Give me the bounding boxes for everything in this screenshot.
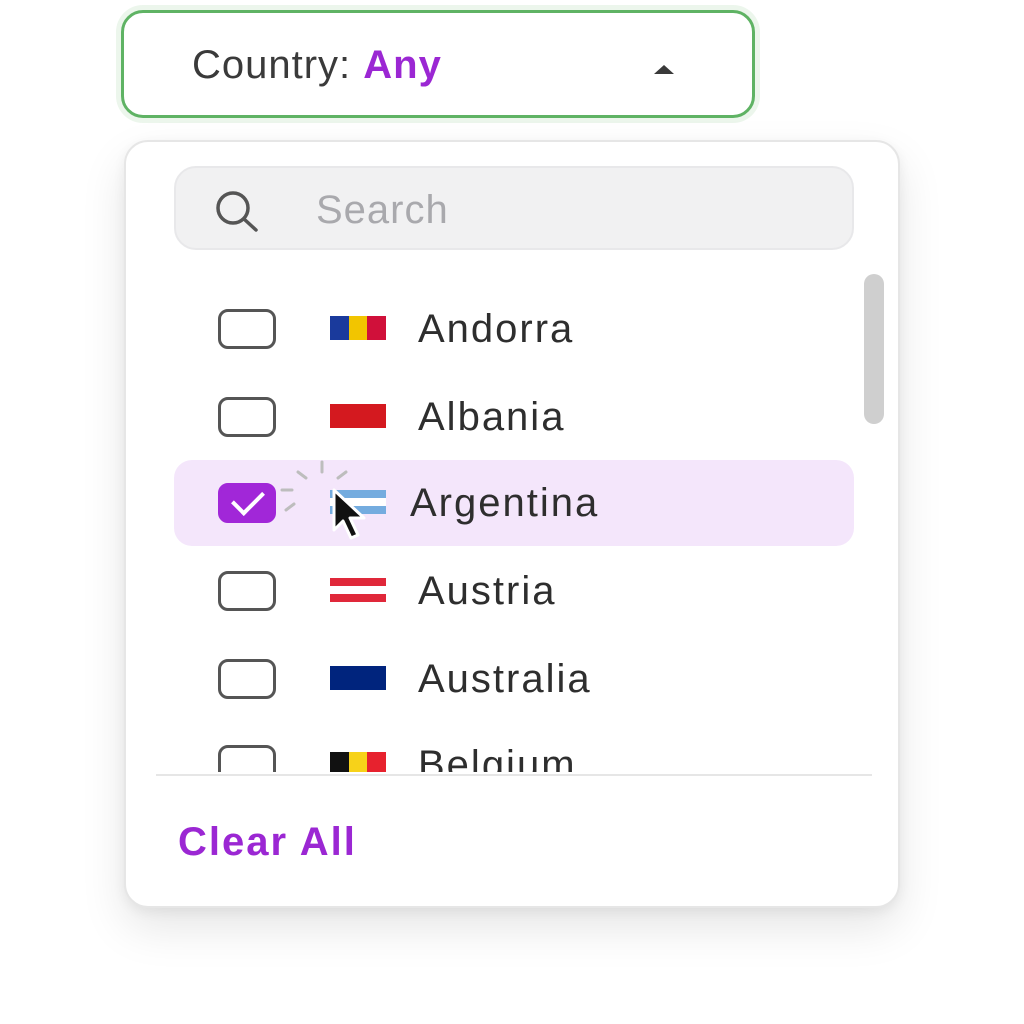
flag-stripe [330, 498, 386, 506]
list-item-albania[interactable]: Albania [174, 374, 854, 460]
search-input[interactable] [316, 186, 816, 234]
list-item-argentina[interactable]: Argentina [174, 460, 854, 546]
country-dropdown-button[interactable]: Country: Any [121, 10, 755, 118]
flag-stripe [330, 506, 386, 514]
flag-stripe [330, 490, 386, 498]
checkbox[interactable] [218, 659, 276, 699]
flag-stripe [330, 594, 386, 602]
flag-stripe [367, 752, 386, 772]
search-box [174, 166, 854, 250]
flag-stripe [367, 316, 386, 340]
belgium-flag-icon [330, 752, 386, 772]
dropdown-panel: Andorra Albania Argentina Austria Austra [124, 140, 900, 908]
country-name: Argentina [410, 481, 600, 525]
checkbox[interactable] [218, 397, 276, 437]
checkbox[interactable] [218, 745, 276, 772]
flag-stripe [348, 316, 368, 340]
flag-stripe [348, 752, 368, 772]
list-item-australia[interactable]: Australia [174, 636, 854, 722]
list-item-andorra[interactable]: Andorra [174, 286, 854, 372]
list-item-belgium[interactable]: Belgium [174, 722, 854, 772]
australia-flag-icon [330, 666, 386, 690]
austria-flag-icon [330, 578, 386, 602]
country-filter: Country: Any Andorra Albania [0, 0, 1024, 1024]
country-name: Belgium [418, 743, 577, 772]
albania-flag-icon [330, 404, 386, 428]
checkmark-icon [231, 482, 265, 516]
caret-up-icon [654, 65, 674, 74]
search-icon [216, 191, 258, 232]
divider [156, 774, 872, 776]
dropdown-selected-value: Any [363, 43, 442, 87]
checkbox[interactable] [218, 482, 276, 523]
country-name: Andorra [418, 307, 575, 351]
flag-stripe [330, 752, 349, 772]
flag-stripe [330, 316, 349, 340]
checkbox[interactable] [218, 309, 276, 349]
flag-stripe [330, 404, 386, 428]
country-name: Australia [418, 657, 592, 701]
scrollbar-thumb[interactable] [864, 274, 884, 424]
flag-stripe [330, 586, 386, 594]
list-item-austria[interactable]: Austria [174, 548, 854, 634]
flag-stripe [330, 578, 386, 586]
country-name: Austria [418, 569, 557, 613]
checkbox[interactable] [218, 571, 276, 611]
country-name: Albania [418, 395, 566, 439]
clear-all-button[interactable]: Clear All [178, 820, 357, 864]
country-list: Andorra Albania Argentina Austria Austra [126, 282, 898, 772]
dropdown-label: Country: Any [192, 43, 442, 87]
flag-stripe [330, 666, 386, 690]
argentina-flag-icon [330, 490, 386, 514]
andorra-flag-icon [330, 316, 386, 340]
